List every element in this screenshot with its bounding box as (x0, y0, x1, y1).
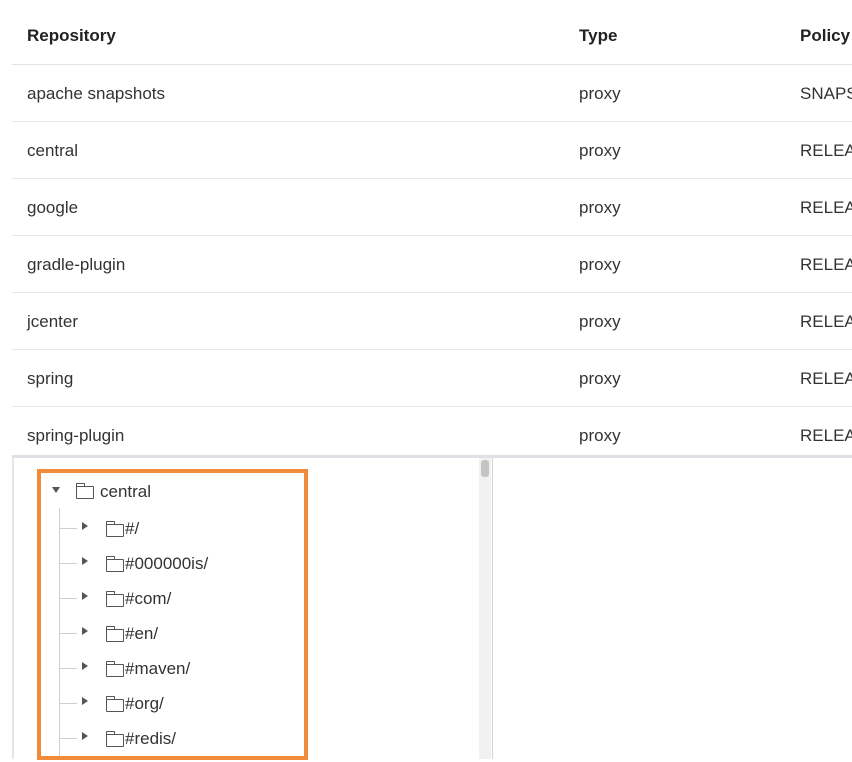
repository-policy-cell: RELEA (800, 141, 852, 160)
folder-icon (106, 626, 124, 642)
repository-name-cell: gradle-plugin (27, 255, 126, 274)
folder-icon (106, 661, 124, 677)
folder-icon (106, 556, 124, 572)
caret-right-icon[interactable] (82, 522, 88, 530)
caret-right-icon[interactable] (82, 592, 88, 600)
tree-connector-line (59, 598, 77, 599)
folder-icon (106, 521, 124, 537)
folder-icon (106, 696, 124, 712)
repository-name-cell: spring-plugin (27, 426, 125, 445)
tree-node-child[interactable]: #com/ (12, 586, 472, 612)
repository-policy-cell: RELEA (800, 255, 852, 274)
tree-node-label[interactable]: #en/ (125, 624, 158, 644)
tree-connector-line (59, 563, 77, 564)
repository-policy-cell: RELEA (800, 198, 852, 217)
repository-type-cell: proxy (579, 141, 621, 160)
tree-node-label[interactable]: #redis/ (125, 729, 176, 749)
tree-node-child[interactable]: #redis/ (12, 726, 472, 752)
table-row[interactable]: gradle-plugin proxy RELEA (12, 236, 852, 293)
repository-name-cell: google (27, 198, 79, 217)
column-header-type[interactable]: Type (579, 26, 617, 46)
column-header-policy[interactable]: Policy (800, 26, 850, 46)
repository-type-cell: proxy (579, 84, 621, 103)
repository-browser-panel: central #/ #000000is/ #com/ #en/ #maven/ #org… (12, 455, 852, 762)
column-header-repository[interactable]: Repository (27, 26, 116, 46)
tree-node-label[interactable]: central (100, 482, 151, 502)
table-row[interactable]: spring proxy RELEA (12, 350, 852, 407)
repository-name-cell: jcenter (27, 312, 79, 331)
table-row[interactable]: google proxy RELEA (12, 179, 852, 236)
tree-node-child[interactable]: #maven/ (12, 656, 472, 682)
tree-node-label[interactable]: #maven/ (125, 659, 190, 679)
tree-connector-line (59, 633, 77, 634)
repository-name-cell: spring (27, 369, 74, 388)
folder-icon (76, 483, 94, 499)
repository-type-cell: proxy (579, 369, 621, 388)
repository-name-cell: apache snapshots (27, 84, 165, 103)
tree-connector-line (59, 738, 77, 739)
repository-policy-cell: RELEA (800, 312, 852, 331)
caret-right-icon[interactable] (82, 557, 88, 565)
tree-connector-line (59, 668, 77, 669)
repository-type-cell: proxy (579, 312, 621, 331)
tree-node-child[interactable]: #org/ (12, 691, 472, 717)
tree-node-label[interactable]: #com/ (125, 589, 171, 609)
table-row[interactable]: jcenter proxy RELEA (12, 293, 852, 350)
tree-pane: central #/ #000000is/ #com/ #en/ #maven/ #org… (12, 458, 480, 759)
repository-policy-cell: SNAPS (800, 84, 852, 103)
repository-policy-cell: RELEA (800, 426, 852, 445)
repository-type-cell: proxy (579, 426, 621, 445)
repository-name-cell: central (27, 141, 79, 160)
folder-icon (106, 731, 124, 747)
tree-scrollbar-thumb[interactable] (481, 460, 489, 477)
repository-type-cell: proxy (579, 255, 621, 274)
table-row[interactable]: apache snapshots proxy SNAPS (12, 65, 852, 122)
repository-table: Repository Type Policy apache snapshots p… (12, 0, 852, 455)
tree-node-label[interactable]: #000000is/ (125, 554, 208, 574)
caret-right-icon[interactable] (82, 732, 88, 740)
caret-down-icon[interactable] (52, 487, 60, 493)
tree-node-label[interactable]: #/ (125, 519, 139, 539)
table-row[interactable]: spring-plugin proxy RELEA (12, 407, 852, 455)
repository-policy-cell: RELEA (800, 369, 852, 388)
caret-right-icon[interactable] (82, 627, 88, 635)
caret-right-icon[interactable] (82, 697, 88, 705)
caret-right-icon[interactable] (82, 662, 88, 670)
tree-node-child[interactable]: #en/ (12, 621, 472, 647)
repository-type-cell: proxy (579, 198, 621, 217)
tree-node-child[interactable]: #000000is/ (12, 551, 472, 577)
table-header: Repository Type Policy (12, 0, 852, 65)
tree-connector-line (59, 703, 77, 704)
tree-node-child[interactable]: #/ (12, 516, 472, 542)
tree-scrollbar[interactable] (479, 458, 491, 759)
folder-icon (106, 591, 124, 607)
tree-node-label[interactable]: #org/ (125, 694, 164, 714)
table-row[interactable]: central proxy RELEA (12, 122, 852, 179)
detail-pane (492, 458, 852, 759)
tree-connector-line (59, 528, 77, 529)
